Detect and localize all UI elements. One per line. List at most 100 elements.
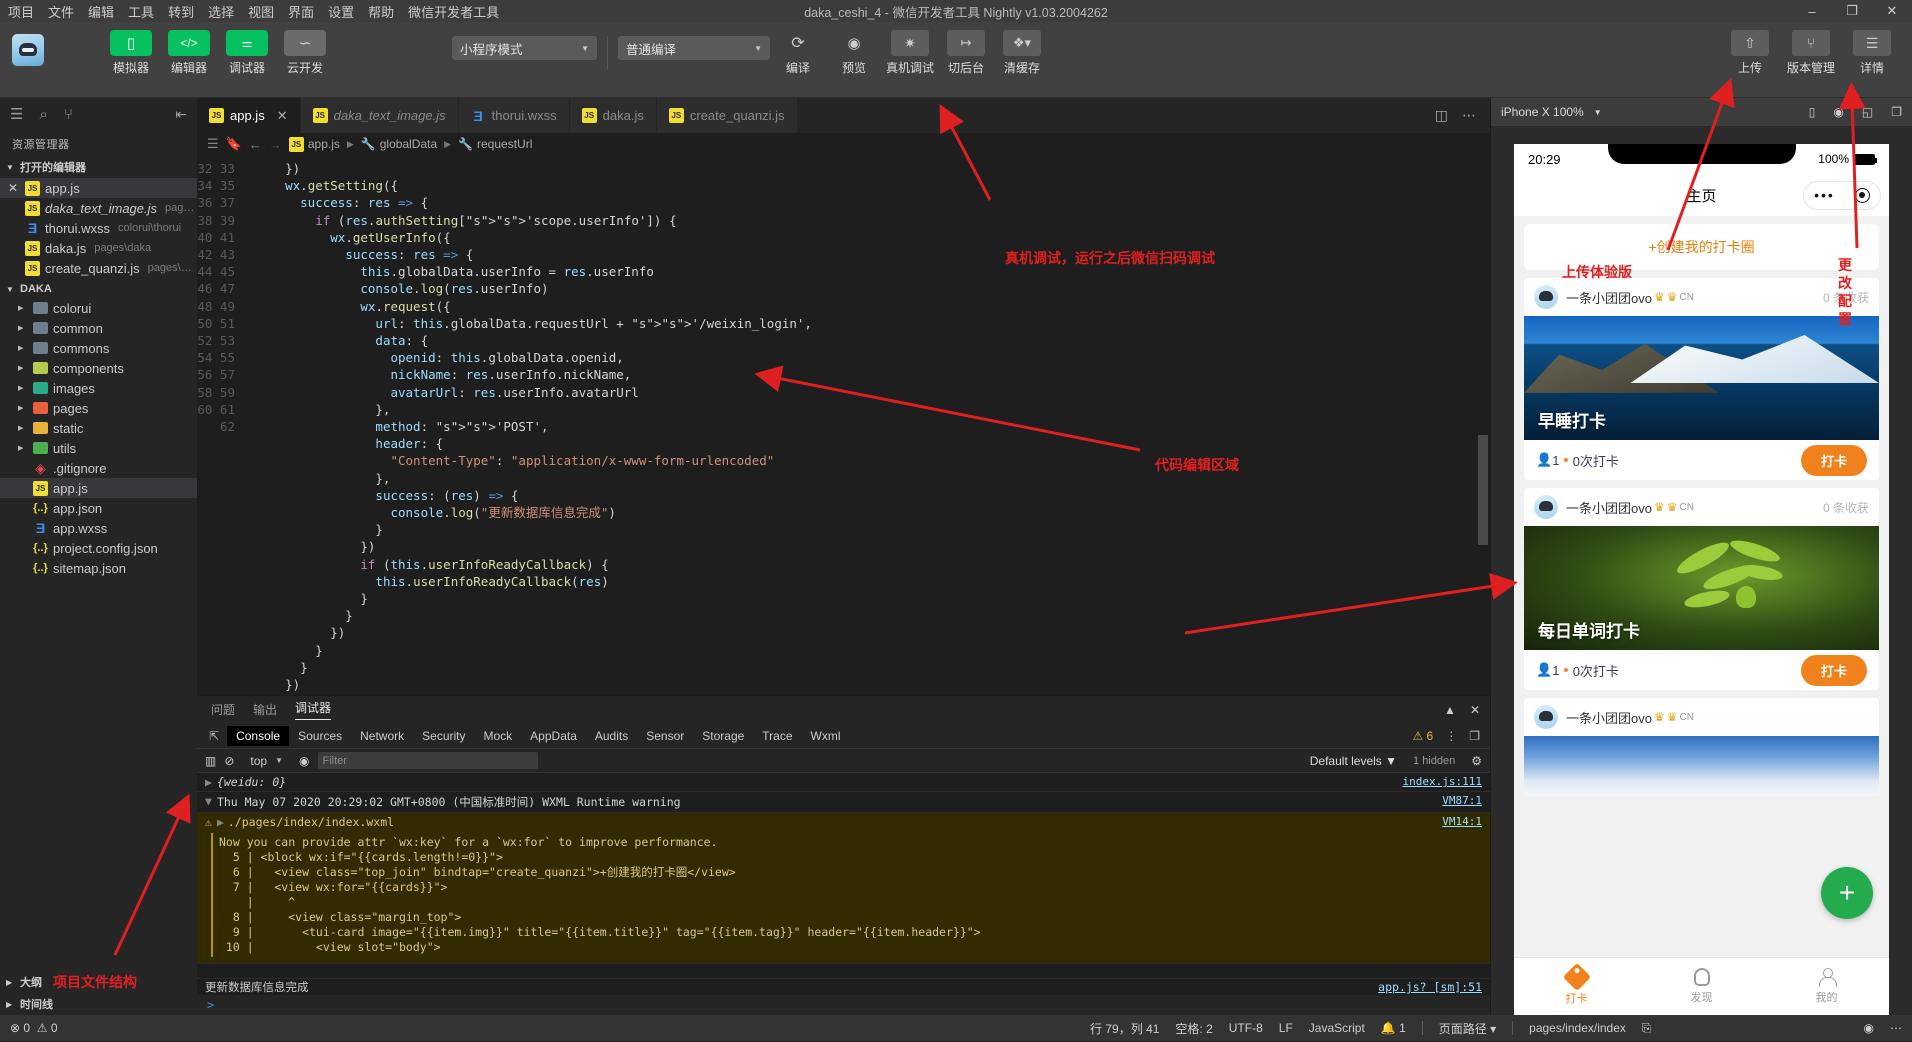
tree-item-app-js[interactable]: JS app.js: [0, 478, 197, 498]
breadcrumb-symbol-globaldata[interactable]: 🔧 globalData: [361, 137, 437, 151]
devtab-audits[interactable]: Audits: [586, 726, 637, 746]
tree-item-commons[interactable]: ▶ commons: [0, 338, 197, 358]
page-path-label[interactable]: 页面路径 ▾: [1439, 1020, 1496, 1037]
tree-item-sitemap[interactable]: {..} sitemap.json: [0, 558, 197, 578]
console-context-select[interactable]: top: [250, 754, 267, 768]
compile-select[interactable]: 普通编译 ▼: [618, 36, 770, 60]
open-editor-create-quanzi[interactable]: JS create_quanzi.js pages\…: [0, 258, 197, 278]
maximize-button[interactable]: ❐: [1832, 0, 1872, 22]
console-prompt[interactable]: >: [197, 995, 1490, 1015]
section-timeline[interactable]: ▶ 时间线: [0, 993, 197, 1015]
devtab-security[interactable]: Security: [413, 726, 474, 746]
console-filter-input[interactable]: Filter: [317, 752, 538, 769]
devtab-sensor[interactable]: Sensor: [637, 726, 693, 746]
devtab-sources[interactable]: Sources: [289, 726, 351, 746]
language-mode[interactable]: JavaScript: [1309, 1021, 1365, 1035]
checkin-button[interactable]: 打卡: [1800, 444, 1867, 476]
more-actions-icon[interactable]: ⋯: [1462, 107, 1476, 124]
tree-item-project-config[interactable]: {..} project.config.json: [0, 538, 197, 558]
window-icon[interactable]: ❐: [1891, 105, 1902, 119]
code-editor[interactable]: 32 33 34 35 36 37 38 39 40 41 42 43 44 4…: [197, 155, 1490, 695]
tree-item-app-json[interactable]: {..} app.json: [0, 498, 197, 518]
inspect-element-icon[interactable]: ⇱: [201, 729, 227, 743]
devtools-more-icon[interactable]: ⋮: [1445, 729, 1457, 743]
breadcrumb-file[interactable]: JS app.js: [288, 136, 340, 152]
window-controls[interactable]: – ❐ ✕: [1792, 0, 1912, 22]
compile-button[interactable]: ⟳ 编译: [770, 22, 826, 76]
upload-button[interactable]: ⇧ 上传: [1722, 22, 1778, 76]
tab-create-quanzi[interactable]: JS create_quanzi.js: [656, 98, 798, 133]
devtools-dock-icon[interactable]: ❐: [1469, 729, 1480, 743]
chevron-up-icon[interactable]: ▲: [1444, 703, 1456, 717]
console-settings-icon[interactable]: ⚙: [1471, 754, 1482, 768]
close-icon[interactable]: ✕: [6, 181, 20, 195]
warning-source-link[interactable]: VM14:1: [1442, 815, 1482, 828]
panel-tab-output[interactable]: 输出: [253, 701, 277, 718]
menu-item-help[interactable]: 帮助: [368, 2, 394, 21]
warning-header[interactable]: ⚠ ▶ ./pages/index/index.wxml VM14:1: [197, 813, 1490, 829]
device-select[interactable]: iPhone X 100%: [1501, 105, 1584, 119]
details-button[interactable]: ☰ 详情: [1844, 22, 1900, 76]
circle-card[interactable]: 一条小团团ovo ♛ ♛ CN: [1524, 698, 1879, 796]
files-icon[interactable]: ☰: [10, 105, 23, 123]
source-control-icon[interactable]: ⑂: [64, 106, 73, 123]
bookmark-icon[interactable]: 🔖: [226, 136, 242, 152]
preview-button[interactable]: ◉ 预览: [826, 22, 882, 76]
console-output[interactable]: ▶ {weidu: 0} index.js:111 ▼ Thu May 07 2…: [197, 773, 1490, 978]
console-sidebar-icon[interactable]: ▥: [205, 754, 216, 768]
console-source-link[interactable]: index.js:111: [1403, 775, 1482, 788]
tab-app-js[interactable]: JS app.js ✕: [197, 98, 301, 133]
section-open-editors[interactable]: ▼ 打开的编辑器: [0, 156, 197, 178]
menu-item-devtools[interactable]: 微信开发者工具: [408, 2, 499, 21]
copy-icon[interactable]: ⎘: [1642, 1021, 1652, 1036]
console-levels-select[interactable]: Default levels ▼: [1310, 754, 1397, 768]
menu-item-goto[interactable]: 转到: [168, 2, 194, 21]
menu-item-edit[interactable]: 编辑: [88, 2, 114, 21]
menu-item-file[interactable]: 文件: [48, 2, 74, 21]
collapse-icon[interactable]: ⇤: [175, 106, 187, 123]
editor-toggle-button[interactable]: </> 编辑器: [160, 22, 218, 76]
encoding[interactable]: UTF-8: [1229, 1021, 1263, 1035]
more-icon[interactable]: ⋯: [1890, 1021, 1902, 1035]
circle-card[interactable]: 一条小团团ovo ♛ ♛ CN 0 条收获 早睡打卡 👤 1 • 0次打卡 打卡: [1524, 278, 1879, 480]
device-icon[interactable]: ▯: [1809, 105, 1816, 119]
open-editor-daka-js[interactable]: JS daka.js pages\daka: [0, 238, 197, 258]
devtab-wxml[interactable]: Wxml: [802, 726, 850, 746]
real-device-debug-button[interactable]: ✷ 真机调试: [882, 22, 938, 76]
chevron-down-icon[interactable]: ▼: [205, 794, 212, 808]
section-project-daka[interactable]: ▼ DAKA: [0, 280, 197, 298]
tree-item-common[interactable]: ▶ common: [0, 318, 197, 338]
console-source-link[interactable]: VM87:1: [1442, 794, 1482, 807]
circle-card[interactable]: 一条小团团ovo ♛ ♛ CN 0 条收获 每日单词打卡 👤 1 • 0次打卡 …: [1524, 488, 1879, 690]
tabbar-item-profile[interactable]: 我的: [1764, 958, 1889, 1015]
forward-arrow-icon[interactable]: →: [269, 137, 282, 152]
mode-select[interactable]: 小程序模式 ▼: [452, 36, 597, 60]
debugger-toggle-button[interactable]: ⚌ 调试器: [218, 22, 276, 76]
close-button[interactable]: ✕: [1872, 0, 1912, 22]
eye-icon[interactable]: ◉: [1864, 1021, 1874, 1035]
devtab-trace[interactable]: Trace: [753, 726, 801, 746]
minimize-button[interactable]: –: [1792, 0, 1832, 22]
code-content[interactable]: }) wx.getSetting({ success: res => { if …: [245, 155, 1490, 695]
line-ending[interactable]: LF: [1279, 1021, 1293, 1035]
tab-thorui-wxss[interactable]: Ǝ thorui.wxss: [458, 98, 570, 133]
error-warning-summary[interactable]: ⊗ 0 ⚠ 0: [10, 1021, 58, 1035]
back-arrow-icon[interactable]: ←: [249, 137, 262, 152]
console-row-group[interactable]: ▼ Thu May 07 2020 20:29:02 GMT+0800 (中国标…: [197, 792, 1490, 813]
warning-count-badge[interactable]: ⚠ 6: [1412, 729, 1433, 743]
background-switch-button[interactable]: ↦ 切后台: [938, 22, 994, 76]
create-circle-button[interactable]: +创建我的打卡圈: [1524, 224, 1879, 270]
minimap[interactable]: [1416, 155, 1476, 695]
mini-program-content[interactable]: +创建我的打卡圈 一条小团团ovo ♛ ♛ CN 0 条收获 早睡打卡 👤 1 …: [1514, 216, 1889, 957]
chevron-right-icon[interactable]: ▶: [205, 775, 212, 789]
section-outline[interactable]: ▶ 大纲: [0, 971, 197, 993]
user-avatar[interactable]: [12, 34, 44, 66]
split-editor-icon[interactable]: ◫: [1435, 107, 1448, 124]
outline-icon[interactable]: ☰: [207, 136, 219, 152]
panel-tab-debugger[interactable]: 调试器: [295, 699, 332, 720]
tree-item-colorui[interactable]: ▶ colorui: [0, 298, 197, 318]
tree-item-gitignore[interactable]: ◈ .gitignore: [0, 458, 197, 478]
console-eye-icon[interactable]: ◉: [299, 754, 309, 768]
tab-daka-js[interactable]: JS daka.js: [569, 98, 657, 133]
version-manage-button[interactable]: ⑂ 版本管理: [1778, 22, 1844, 76]
